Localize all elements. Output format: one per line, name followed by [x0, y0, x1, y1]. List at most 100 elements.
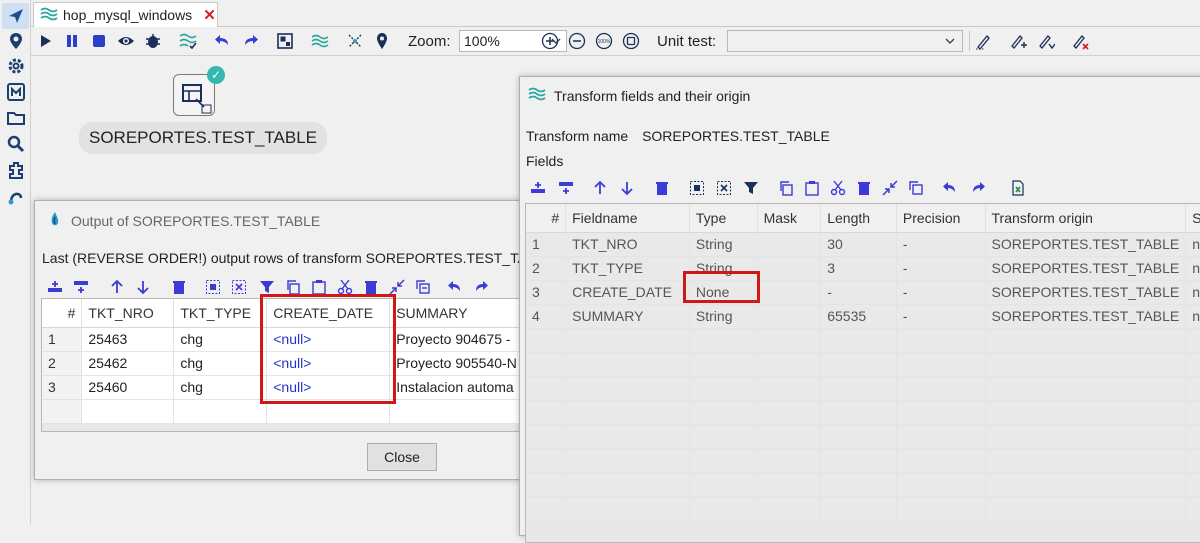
copy-fields-icon[interactable] [413, 277, 433, 297]
column-header-precision[interactable]: Precision [896, 204, 986, 233]
cell-mask[interactable] [757, 256, 822, 281]
cell-mask[interactable] [757, 232, 822, 257]
table-row[interactable]: 3 25460 chg <null> Instalacion automa [42, 375, 524, 400]
undo-icon[interactable] [445, 277, 465, 297]
cell-mask[interactable] [757, 304, 822, 329]
add-dataset-icon[interactable] [1035, 30, 1057, 52]
cell-origin[interactable]: SOREPORTES.TEST_TABLE [985, 280, 1187, 305]
cell-type[interactable]: String [689, 232, 758, 257]
cell-create-date[interactable]: <null> [266, 351, 391, 376]
insert-row-before-icon[interactable] [45, 277, 65, 297]
paste-icon[interactable] [309, 277, 329, 297]
zoom-out-icon[interactable] [566, 30, 588, 52]
cell-precision[interactable]: - [896, 280, 986, 305]
clear-selection-icon[interactable] [229, 277, 249, 297]
column-header-length[interactable]: Length [820, 204, 897, 233]
column-header-rownum[interactable]: # [526, 204, 567, 233]
plugin-icon[interactable] [6, 160, 26, 180]
table-row[interactable]: 2 TKT_TYPE String 3 - SOREPORTES.TEST_TA… [526, 256, 1200, 281]
close-button[interactable]: Close [367, 443, 437, 471]
cell-tkt-type[interactable]: chg [173, 375, 268, 400]
cell-tkt-type[interactable]: chg [173, 351, 268, 376]
copy-icon[interactable] [776, 178, 796, 198]
cell-s[interactable]: n [1185, 280, 1200, 305]
zoom-fit-icon[interactable] [620, 30, 642, 52]
cut-icon[interactable] [828, 178, 848, 198]
align-grid-icon[interactable] [274, 30, 296, 52]
collapse-icon[interactable] [880, 178, 900, 198]
location-pin-icon[interactable] [371, 30, 393, 52]
collapse-icon[interactable] [387, 277, 407, 297]
cell-precision[interactable]: - [896, 304, 986, 329]
column-header-mask[interactable]: Mask [757, 204, 822, 233]
location-icon[interactable] [6, 31, 26, 51]
cell-s[interactable]: n [1185, 232, 1200, 257]
pause-icon[interactable] [61, 30, 83, 52]
clear-selection-icon[interactable] [714, 178, 734, 198]
cell-tkt-nro[interactable]: 25463 [81, 327, 175, 352]
settings-icon[interactable] [6, 56, 26, 76]
column-header-tkt-nro[interactable]: TKT_NRO [81, 299, 175, 328]
execution-perspective-icon[interactable] [2, 3, 29, 29]
table-row[interactable]: 4 SUMMARY String 65535 - SOREPORTES.TEST… [526, 304, 1200, 329]
redo-icon[interactable] [968, 178, 988, 198]
move-down-icon[interactable] [617, 178, 637, 198]
paste-icon[interactable] [802, 178, 822, 198]
cell-origin[interactable]: SOREPORTES.TEST_TABLE [985, 304, 1187, 329]
undo-icon[interactable] [940, 178, 960, 198]
select-all-icon[interactable] [687, 178, 707, 198]
column-header-create-date[interactable]: CREATE_DATE [266, 299, 391, 328]
filter-icon[interactable] [257, 277, 277, 297]
edit-unit-test-icon[interactable] [973, 30, 995, 52]
zoom-in-icon[interactable] [539, 30, 561, 52]
cell-origin[interactable]: SOREPORTES.TEST_TABLE [985, 256, 1187, 281]
move-up-icon[interactable] [590, 178, 610, 198]
cell-fieldname[interactable]: CREATE_DATE [565, 280, 690, 305]
unit-test-select[interactable] [727, 30, 963, 52]
delete-icon[interactable] [854, 178, 874, 198]
column-header-fieldname[interactable]: Fieldname [565, 204, 690, 233]
redo-icon[interactable] [471, 277, 491, 297]
delete-icon[interactable] [361, 277, 381, 297]
tab-close-icon[interactable]: ✕ [203, 6, 216, 24]
move-down-icon[interactable] [133, 277, 153, 297]
preview-eye-icon[interactable] [115, 30, 137, 52]
filter-icon[interactable] [741, 178, 761, 198]
impact-analysis-icon[interactable] [309, 30, 331, 52]
column-header-summary[interactable]: SUMMARY [389, 299, 524, 328]
delete-row-icon[interactable] [169, 277, 189, 297]
cell-precision[interactable]: - [896, 232, 986, 257]
cell-length[interactable]: 30 [820, 232, 897, 257]
debug-bug-icon[interactable] [142, 30, 164, 52]
select-all-icon[interactable] [203, 277, 223, 297]
cell-origin[interactable]: SOREPORTES.TEST_TABLE [985, 232, 1187, 257]
move-up-icon[interactable] [107, 277, 127, 297]
cell-mask[interactable] [757, 280, 822, 305]
transform-node-label[interactable]: SOREPORTES.TEST_TABLE [79, 122, 327, 154]
add-unit-test-icon[interactable] [1007, 30, 1029, 52]
redo-icon[interactable] [239, 30, 261, 52]
check-pipeline-icon[interactable] [177, 30, 199, 52]
cell-fieldname[interactable]: SUMMARY [565, 304, 690, 329]
cell-tkt-nro[interactable]: 25462 [81, 351, 175, 376]
insert-row-after-icon[interactable] [556, 178, 576, 198]
cell-summary[interactable]: Instalacion automa [389, 375, 524, 400]
fields-grid[interactable]: # Fieldname Type Mask Length Precision T… [525, 203, 1200, 543]
zoom-100-icon[interactable]: 100% [593, 30, 615, 52]
export-excel-icon[interactable] [1008, 178, 1028, 198]
cell-type[interactable]: String [689, 304, 758, 329]
copy-icon[interactable] [283, 277, 303, 297]
cell-s[interactable]: n [1185, 256, 1200, 281]
undo-icon[interactable] [212, 30, 234, 52]
folder-icon[interactable] [6, 108, 26, 128]
cell-s[interactable]: n [1185, 304, 1200, 329]
column-header-tkt-type[interactable]: TKT_TYPE [173, 299, 268, 328]
stop-icon[interactable] [88, 30, 110, 52]
delete-row-icon[interactable] [652, 178, 672, 198]
cell-fieldname[interactable]: TKT_NRO [565, 232, 690, 257]
output-rows-grid[interactable]: # TKT_NRO TKT_TYPE CREATE_DATE SUMMARY 1… [41, 298, 525, 432]
cell-length[interactable]: 65535 [820, 304, 897, 329]
column-header-transform-origin[interactable]: Transform origin [985, 204, 1187, 233]
column-header-type[interactable]: Type [689, 204, 758, 233]
delete-unit-test-icon[interactable] [1069, 30, 1091, 52]
